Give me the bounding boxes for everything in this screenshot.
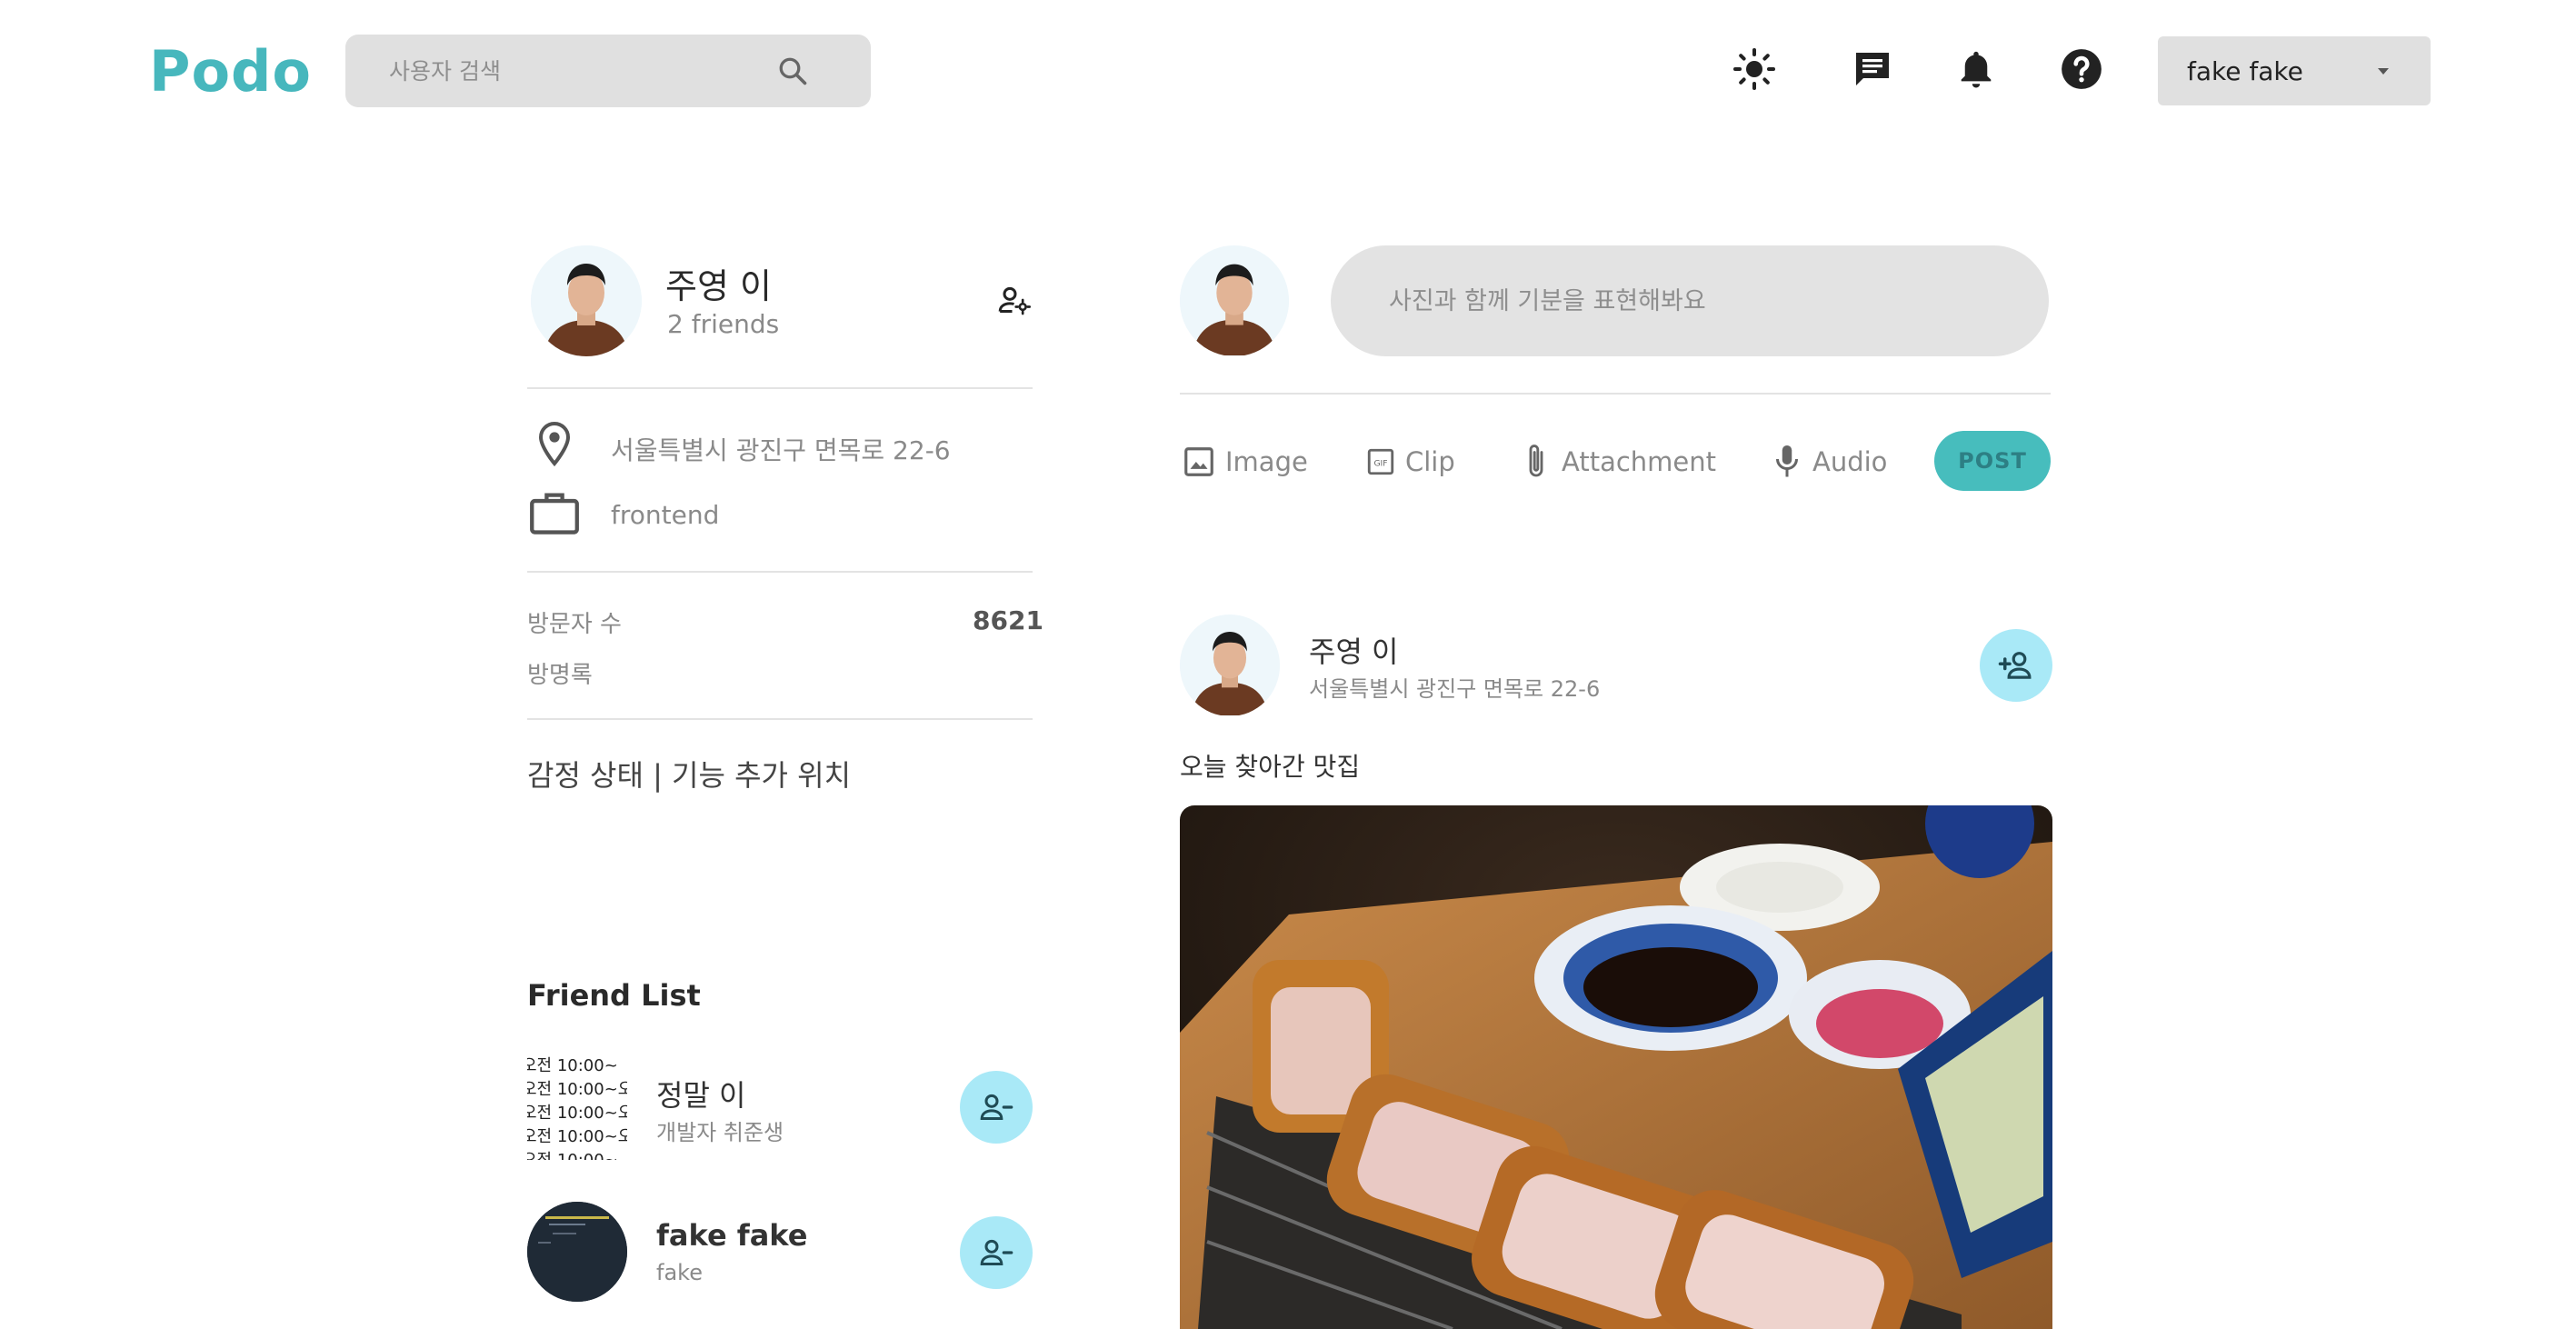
composer-avatar [1180, 245, 1289, 356]
remove-friend-button[interactable] [960, 1071, 1033, 1144]
image-tool-label: Image [1225, 446, 1308, 477]
friend-avatar-text: 오전 10:00~오 [527, 1080, 627, 1099]
microphone-icon [1776, 445, 1798, 477]
user-search-box[interactable] [345, 35, 871, 107]
friend-subtitle: 개발자 취준생 [656, 1120, 784, 1145]
app-logo[interactable]: Podo [149, 38, 312, 105]
person-remove-icon [980, 1094, 1013, 1120]
visitor-count-value: 8621 [973, 605, 1043, 635]
post-composer[interactable] [1331, 245, 2049, 356]
friend-name[interactable]: 정말 이 [656, 1073, 746, 1114]
image-attach-button[interactable]: Image [1182, 440, 1308, 484]
profile-name: 주영 이 [665, 266, 772, 306]
location-pin-icon [538, 421, 571, 467]
friend-avatar-text: 오전 10:00~ [527, 1149, 627, 1160]
profile-divider [527, 387, 1033, 389]
add-friend-button[interactable] [1980, 629, 2052, 702]
friend-avatar-text: 오전 10:00~오 [527, 1127, 627, 1146]
dropdown-caret-icon [2378, 68, 2389, 75]
image-icon [1184, 447, 1213, 476]
info-divider [527, 571, 1033, 573]
friend-subtitle: fake [656, 1260, 703, 1285]
guestbook-link[interactable]: 방명록 [527, 656, 593, 690]
friend-avatar-text: 오전 10:00~오후 [527, 1104, 627, 1123]
post-author-avatar[interactable] [1180, 615, 1280, 716]
audio-attach-button[interactable]: Audio [1771, 440, 1887, 484]
friend-avatar-text: 오전 10:00~ [527, 1056, 618, 1075]
work-briefcase-icon [530, 493, 579, 535]
svg-text:GIF: GIF [1373, 458, 1387, 468]
post-composer-input[interactable] [1389, 245, 2007, 356]
help-icon[interactable] [2056, 44, 2107, 95]
clip-tool-label: Clip [1405, 446, 1455, 477]
search-input[interactable] [389, 35, 771, 107]
profile-avatar[interactable] [531, 245, 642, 356]
composer-divider [1180, 393, 2051, 395]
post-author-name[interactable]: 주영 이 [1309, 629, 1399, 671]
friend-list-title: Friend List [527, 978, 701, 1013]
post-body-text: 오늘 찾아간 맛집 [1180, 752, 1361, 782]
friend-avatar[interactable] [527, 1202, 627, 1302]
profile-friend-count: 2 friends [667, 309, 780, 339]
paperclip-icon [1529, 445, 1543, 477]
visitor-count-label: 방문자 수 [527, 611, 622, 638]
gif-box-icon: GIF [1367, 448, 1394, 475]
emotion-status-placeholder: 감정 상태 | 기능 추가 위치 [527, 758, 852, 793]
person-remove-icon [980, 1239, 1013, 1265]
messages-icon[interactable] [1847, 44, 1898, 95]
theme-toggle-sun-icon[interactable] [1729, 44, 1780, 95]
search-icon[interactable] [776, 55, 809, 87]
post-photo[interactable] [1180, 805, 2052, 1329]
post-button[interactable]: POST [1934, 431, 2051, 491]
profile-occupation: frontend [611, 500, 720, 530]
person-add-icon [1998, 652, 2032, 679]
user-menu-name: fake fake [2187, 56, 2303, 86]
friend-name[interactable]: fake fake [656, 1218, 807, 1253]
user-menu-select[interactable]: fake fake [2158, 36, 2431, 105]
clip-attach-button[interactable]: GIF Clip [1365, 440, 1455, 484]
post-location: 서울특별시 광진구 면목로 22-6 [1309, 676, 1601, 702]
profile-location: 서울특별시 광진구 면목로 22-6 [611, 435, 951, 465]
friend-avatar[interactable]: 오전 10:00~ 오전 10:00~오 오전 10:00~오후 오전 10:0… [527, 1054, 627, 1160]
attachment-button[interactable]: Attachment [1520, 440, 1716, 484]
stats-divider [527, 718, 1033, 720]
manage-accounts-icon[interactable] [996, 282, 1033, 318]
notifications-bell-icon[interactable] [1951, 44, 2002, 95]
audio-tool-label: Audio [1812, 446, 1888, 477]
remove-friend-button[interactable] [960, 1216, 1033, 1289]
attachment-tool-label: Attachment [1562, 446, 1717, 477]
